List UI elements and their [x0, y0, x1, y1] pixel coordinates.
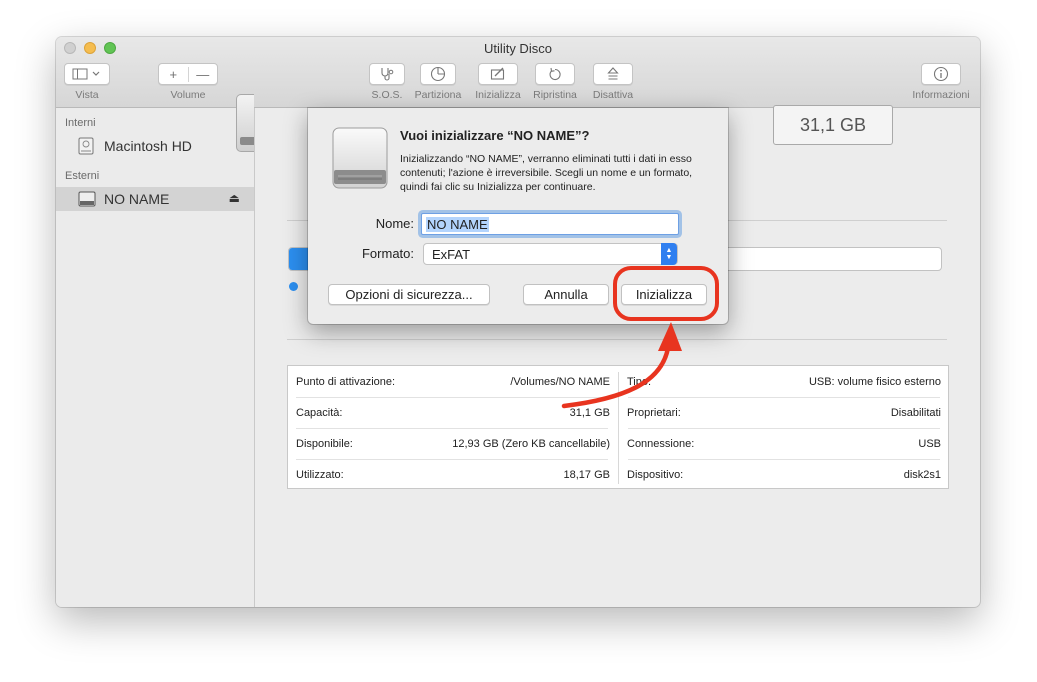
external-drive-icon	[332, 127, 388, 189]
annotation-highlight-ring	[613, 266, 719, 321]
security-options-button[interactable]: Opzioni di sicurezza...	[328, 284, 490, 305]
unmount-icon	[607, 67, 619, 80]
info-value: Disabilitati	[890, 406, 941, 419]
volume-button-group: + —	[158, 63, 218, 85]
remove-volume-button[interactable]: —	[189, 67, 218, 82]
info-row-device: Dispositivo: disk2s1	[619, 459, 949, 490]
name-input-value: NO NAME	[426, 216, 489, 232]
window-title: Utility Disco	[484, 41, 552, 56]
erase-pencil-icon	[490, 67, 505, 80]
first-aid-label: S.O.S.	[371, 89, 403, 101]
restore-arrow-icon	[549, 67, 561, 80]
info-value: 12,93 GB (Zero KB cancellabile)	[452, 437, 610, 450]
info-label: Capacità:	[296, 406, 343, 419]
info-icon	[933, 66, 949, 82]
select-arrows-icon: ▲ ▼	[661, 243, 677, 265]
info-label: Disponibile:	[296, 437, 353, 450]
erase-button[interactable]	[478, 63, 518, 85]
annotation-arrow-icon	[561, 322, 682, 409]
info-value: USB: volume fisico esterno	[808, 375, 941, 388]
unmount-label: Disattiva	[592, 89, 634, 101]
info-label: Dispositivo:	[627, 468, 684, 481]
format-label: Formato:	[361, 246, 414, 261]
sidebar-toggle-icon	[72, 68, 100, 80]
cancel-button[interactable]: Annulla	[523, 284, 609, 305]
drive-icon	[236, 94, 254, 152]
internal-disk-icon	[78, 137, 96, 155]
sidebar: Interni Macintosh HD Esterni NO NAME ⏏	[56, 108, 255, 607]
view-button[interactable]	[64, 63, 110, 85]
info-label: Connessione:	[627, 437, 695, 450]
stethoscope-icon	[381, 68, 394, 81]
name-input[interactable]: NO NAME	[421, 213, 679, 235]
info-label: Informazioni	[912, 89, 970, 101]
info-row-available: Disponibile: 12,93 GB (Zero KB cancellab…	[288, 428, 618, 459]
external-disk-icon	[78, 191, 96, 207]
dialog-message: Inizializzando “NO NAME”, verranno elimi…	[400, 153, 693, 193]
capacity-display: 31,1 GB	[773, 105, 893, 145]
partition-label: Partiziona	[414, 89, 462, 101]
sidebar-item-label: NO NAME	[104, 191, 170, 207]
info-value: USB	[918, 437, 941, 450]
format-select-value: ExFAT	[432, 246, 471, 262]
name-label: Nome:	[375, 216, 414, 231]
dialog-title: Vuoi inizializzare “NO NAME”?	[400, 128, 590, 143]
sidebar-item-macintosh-hd[interactable]: Macintosh HD	[56, 134, 254, 158]
info-row-connection: Connessione: USB	[619, 428, 949, 459]
view-label: Vista	[75, 89, 99, 101]
eject-icon[interactable]: ⏏	[229, 191, 240, 205]
add-volume-button[interactable]: +	[159, 66, 189, 82]
info-label: Punto di attivazione:	[296, 375, 396, 388]
internal-section-header: Interni	[65, 117, 96, 129]
sidebar-item-label: Macintosh HD	[104, 138, 192, 154]
volume-label: Volume	[170, 89, 206, 101]
restore-label: Ripristina	[533, 89, 577, 101]
partition-button[interactable]	[420, 63, 456, 85]
info-row-used: Utilizzato: 18,17 GB	[288, 459, 618, 490]
unmount-button[interactable]	[593, 63, 633, 85]
partition-pie-icon	[430, 66, 446, 82]
used-legend-dot	[289, 282, 298, 291]
info-value: 18,17 GB	[563, 468, 610, 481]
toolbar: Utility Disco Vista + — Volume S.O.S. Pa…	[56, 37, 980, 108]
info-label: Utilizzato:	[296, 468, 344, 481]
restore-button[interactable]	[535, 63, 575, 85]
first-aid-button[interactable]	[369, 63, 405, 85]
info-button[interactable]	[921, 63, 961, 85]
info-value: disk2s1	[903, 468, 941, 481]
format-select[interactable]: ExFAT ▲ ▼	[423, 243, 678, 265]
erase-label: Inizializza	[475, 89, 521, 101]
sidebar-item-no-name[interactable]: NO NAME ⏏	[56, 187, 254, 211]
external-section-header: Esterni	[65, 170, 100, 182]
